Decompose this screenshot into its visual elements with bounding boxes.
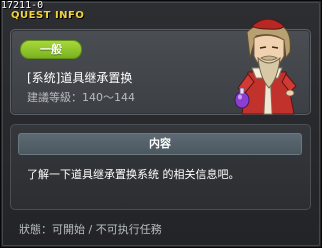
npc-portrait-icon	[234, 18, 297, 115]
quest-status: 狀態：可開始 / 不可执行任務	[19, 223, 162, 236]
window-title: QUEST INFO	[11, 10, 85, 21]
quest-description: 了解一下道具继承置换系统 的相关信息吧。	[27, 168, 240, 181]
quest-category-badge: 一般	[20, 40, 82, 59]
npc-potion	[234, 91, 250, 109]
npc-hat	[251, 18, 285, 30]
quest-name: [系统]道具继承置换	[27, 71, 133, 85]
recommended-level: 建議等級：140～144	[27, 91, 135, 104]
content-section-header: 内容	[18, 133, 302, 155]
